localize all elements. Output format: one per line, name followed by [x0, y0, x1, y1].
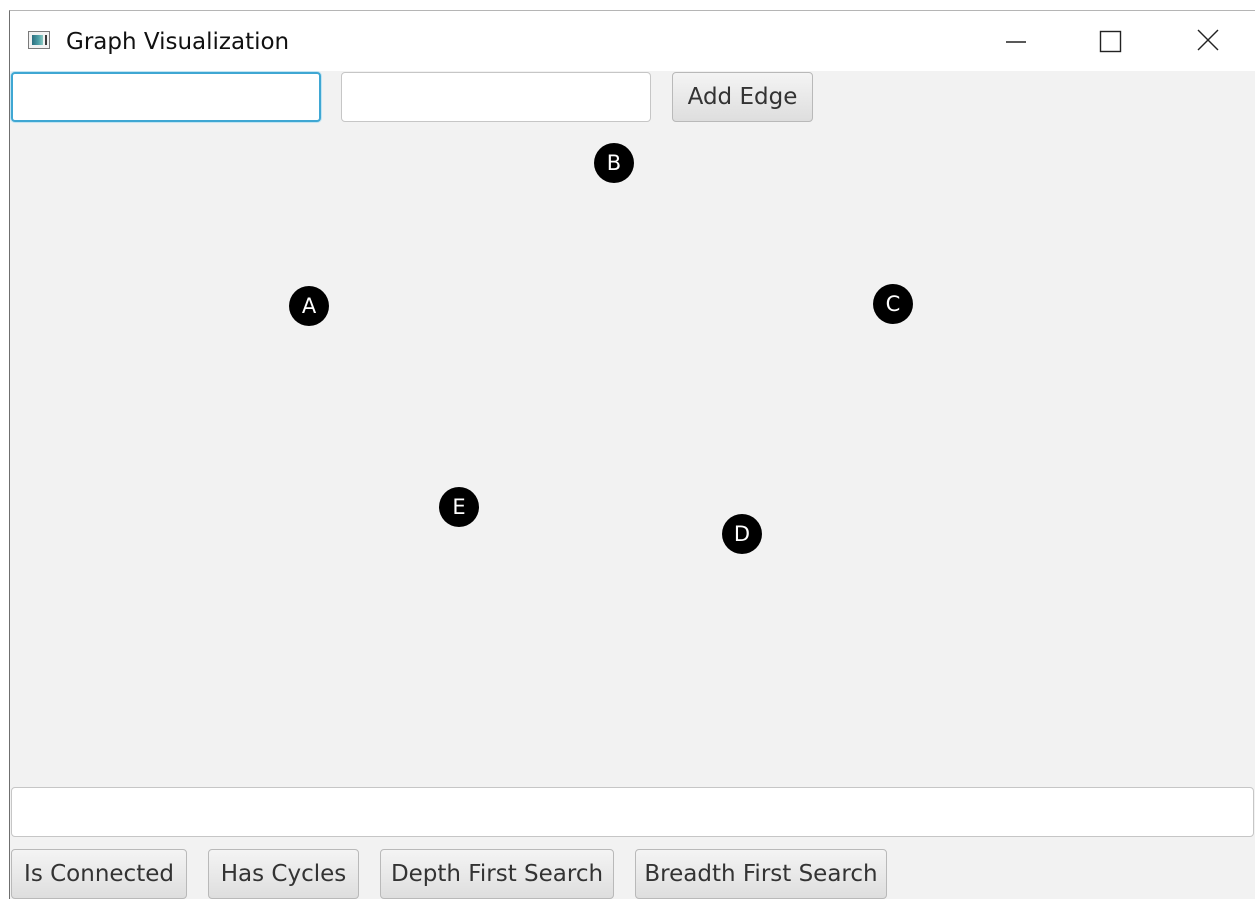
breadth-first-search-button[interactable]: Breadth First Search — [635, 849, 887, 899]
window-title: Graph Visualization — [66, 29, 290, 55]
minimize-icon — [1006, 41, 1026, 43]
add-edge-button[interactable]: Add Edge — [672, 72, 813, 122]
graph-node-a[interactable]: A — [289, 286, 329, 326]
depth-first-search-button[interactable]: Depth First Search — [380, 849, 614, 899]
app-window: Graph Visualization Add Edge A B C D E I — [9, 10, 1255, 899]
graph-node-b[interactable]: B — [594, 143, 634, 183]
app-window-icon — [28, 31, 50, 49]
graph-node-e[interactable]: E — [439, 487, 479, 527]
graph-node-c[interactable]: C — [873, 284, 913, 324]
maximize-icon — [1099, 30, 1122, 53]
has-cycles-button[interactable]: Has Cycles — [208, 849, 359, 899]
edge-layer — [10, 133, 1255, 783]
title-bar[interactable]: Graph Visualization — [10, 11, 1255, 71]
to-vertex-input[interactable] — [341, 72, 651, 122]
is-connected-button[interactable]: Is Connected — [11, 849, 187, 899]
result-output-field[interactable] — [11, 787, 1254, 837]
minimize-button[interactable] — [990, 19, 1042, 63]
close-button[interactable] — [1182, 19, 1234, 63]
from-vertex-input[interactable] — [11, 72, 321, 122]
graph-canvas[interactable]: A B C D E — [10, 133, 1255, 783]
maximize-button[interactable] — [1084, 19, 1136, 63]
close-icon — [1197, 29, 1219, 51]
graph-node-d[interactable]: D — [722, 514, 762, 554]
